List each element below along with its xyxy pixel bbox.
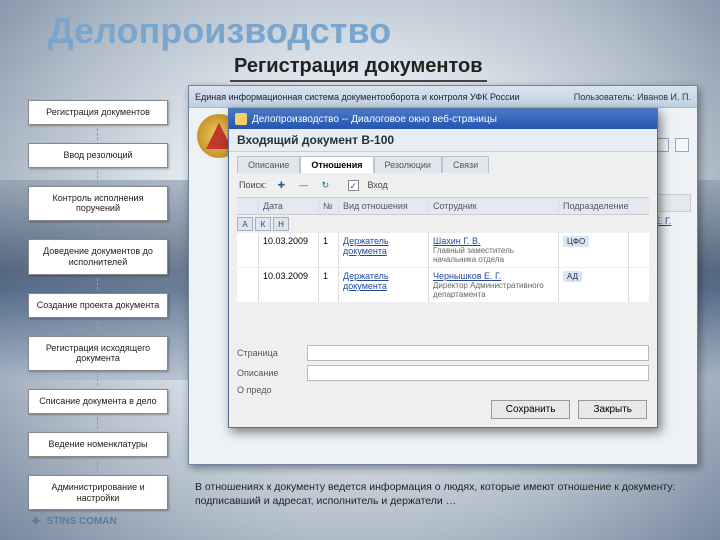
dialog-window: Делопроизводство -- Диалоговое окно веб-… <box>228 108 658 428</box>
letter-a[interactable]: А <box>237 217 253 231</box>
sidebar-item-admin[interactable]: Администрирование и настройки <box>28 475 168 511</box>
cell-date: 10.03.2009 <box>259 233 319 267</box>
lower-label-2: Описание <box>237 368 301 378</box>
app-header-text: Единая информационная система документоо… <box>195 92 520 102</box>
sidebar-item-outgoing[interactable]: Регистрация исходящего документа <box>28 336 168 372</box>
cell-relation[interactable]: Держатель документа <box>343 271 389 291</box>
sidebar-item-resolutions[interactable]: Ввод резолюций <box>28 143 168 168</box>
dialog-toolbar: Поиск: ✚ — ↻ Вход <box>229 173 657 197</box>
table-row[interactable]: 10.03.2009 1 Держатель документа Чернышк… <box>237 268 649 303</box>
dialog-title-text: Делопроизводство -- Диалоговое окно веб-… <box>252 114 497 125</box>
table-row[interactable]: 10.03.2009 1 Держатель документа Шахин Г… <box>237 233 649 268</box>
lower-label-3: О предо <box>237 385 301 395</box>
letter-filter: А К Н <box>237 217 649 231</box>
dialog-titlebar: Делопроизводство -- Диалоговое окно веб-… <box>229 109 657 129</box>
sidebar-item-writeoff[interactable]: Списание документа в дело <box>28 389 168 414</box>
process-sidebar: Регистрация документов Ввод резолюций Ко… <box>28 100 168 510</box>
refresh-icon[interactable]: ↻ <box>318 178 332 192</box>
remove-icon[interactable]: — <box>296 178 310 192</box>
cell-person-detail: Директор Административного департамента <box>433 281 554 299</box>
sidebar-item-control[interactable]: Контроль исполнения поручений <box>28 186 168 222</box>
letter-k[interactable]: К <box>255 217 271 231</box>
save-button[interactable]: Сохранить <box>491 400 571 419</box>
dialog-lower-fields: Страница Описание О предо <box>237 341 649 399</box>
show-all-label: Вход <box>367 180 387 190</box>
tab-resolutions[interactable]: Резолюции <box>374 156 442 173</box>
sidebar-item-register[interactable]: Регистрация документов <box>28 100 168 125</box>
cell-person[interactable]: Шахин Г. В. <box>433 236 481 246</box>
search-label: Поиск: <box>239 180 266 190</box>
letter-n[interactable]: Н <box>273 217 289 231</box>
sidebar-item-draft[interactable]: Создание проекта документа <box>28 293 168 318</box>
cell-person-detail: Главный заместитель начальника отдела <box>433 246 554 264</box>
app-user-label: Пользователь: Иванов И. П. <box>574 92 691 102</box>
sidebar-item-distribute[interactable]: Доведение документов до исполнителей <box>28 239 168 275</box>
dialog-doc-title: Входящий документ В-100 <box>229 129 657 152</box>
logo-icon: ✦ <box>30 513 42 530</box>
cell-person[interactable]: Чернышков Е. Г. <box>433 271 501 281</box>
add-icon[interactable]: ✚ <box>274 178 288 192</box>
close-button[interactable]: Закрыть <box>578 400 647 419</box>
dialog-tabs: Описание Отношения Резолюции Связи <box>237 156 649 173</box>
tab-description[interactable]: Описание <box>237 156 300 173</box>
tab-relations[interactable]: Отношения <box>300 156 373 173</box>
tab-links[interactable]: Связи <box>442 156 489 173</box>
lower-field-2[interactable] <box>307 365 649 381</box>
slide-title: Делопроизводство <box>48 10 391 52</box>
dialog-icon <box>235 113 247 125</box>
lower-field-1[interactable] <box>307 345 649 361</box>
cell-relation[interactable]: Держатель документа <box>343 236 389 256</box>
cell-dept: АД <box>563 271 582 282</box>
cell-date: 10.03.2009 <box>259 268 319 302</box>
lower-label-1: Страница <box>237 348 301 358</box>
cell-dept: ЦФО <box>563 236 589 247</box>
show-all-checkbox[interactable] <box>348 180 359 191</box>
slide-footer-text: В отношениях к документу ведется информа… <box>195 480 690 508</box>
console-icon-2[interactable] <box>675 138 689 152</box>
table-header: Дата № Вид отношения Сотрудник Подраздел… <box>237 197 649 215</box>
cell-num: 1 <box>319 268 339 302</box>
cell-num: 1 <box>319 233 339 267</box>
brand-logo: ✦ STINS COMAN <box>30 513 117 530</box>
sidebar-item-nomenclature[interactable]: Ведение номенклатуры <box>28 432 168 457</box>
slide-subtitle: Регистрация документов <box>230 55 487 82</box>
